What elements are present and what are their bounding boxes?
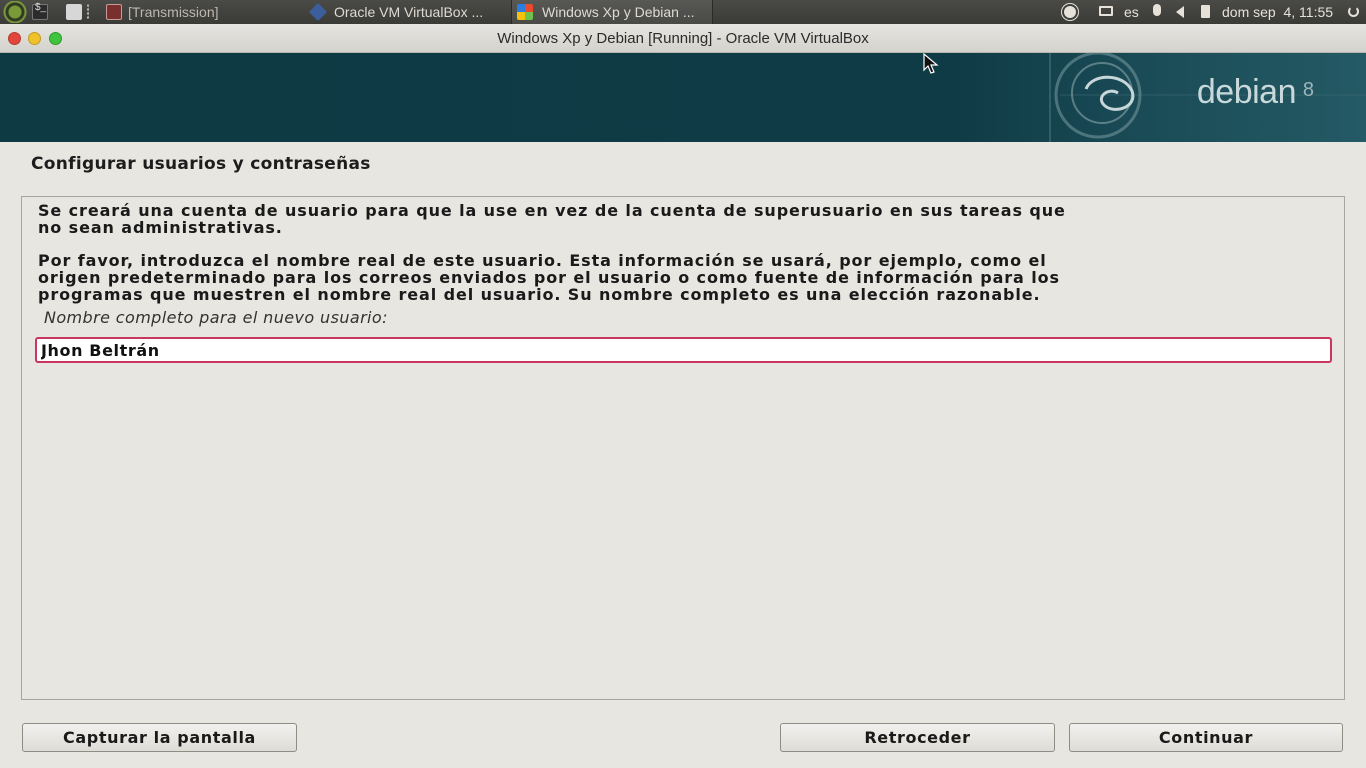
- description-line: no sean administrativas.: [38, 218, 283, 237]
- windows-xp-icon: [517, 4, 533, 20]
- page-title: Configurar usuarios y contraseñas: [31, 154, 371, 174]
- full-name-input[interactable]: [35, 337, 1332, 363]
- brightness-icon[interactable]: [1064, 0, 1080, 24]
- back-button[interactable]: Retroceder: [780, 723, 1055, 752]
- task-label: [Transmission]: [128, 4, 219, 20]
- transmission-icon: [106, 4, 122, 20]
- task-vm-window[interactable]: Windows Xp y Debian ...: [511, 0, 713, 24]
- power-icon[interactable]: [1348, 0, 1362, 24]
- task-label: Oracle VM VirtualBox ...: [334, 4, 484, 20]
- installer-panel: Se creará una cuenta de usuario para que…: [21, 196, 1345, 700]
- keyboard-layout-indicator[interactable]: es: [1124, 0, 1139, 24]
- virtualbox-icon: [308, 2, 328, 22]
- description-line: origen predeterminado para los correos e…: [38, 268, 1060, 287]
- screenshot-button[interactable]: Capturar la pantalla: [22, 723, 297, 752]
- microphone-icon[interactable]: [1150, 0, 1164, 24]
- window-titlebar[interactable]: Windows Xp y Debian [Running] - Oracle V…: [0, 24, 1366, 53]
- mouse-cursor-icon: [923, 52, 939, 74]
- task-transmission[interactable]: [Transmission]: [104, 0, 304, 24]
- full-name-label: Nombre completo para el nuevo usuario:: [44, 308, 388, 327]
- menu-dots-icon[interactable]: [87, 4, 91, 20]
- debian-version: 8: [1302, 79, 1314, 101]
- terminal-icon[interactable]: $_: [32, 2, 48, 20]
- continue-button[interactable]: Continuar: [1069, 723, 1343, 752]
- description-line: Por favor, introduzca el nombre real de …: [38, 251, 1047, 270]
- top-panel: $_ [Transmission] Oracle VM VirtualBox .…: [0, 0, 1366, 24]
- debian-banner: debian 8: [0, 53, 1366, 142]
- clock[interactable]: dom sep 4, 11:55: [1222, 0, 1333, 24]
- app-launcher-icon[interactable]: [3, 1, 27, 23]
- task-virtualbox-manager[interactable]: Oracle VM VirtualBox ...: [306, 0, 510, 24]
- debian-logo-text: debian: [1196, 73, 1297, 111]
- battery-icon[interactable]: [1201, 0, 1213, 24]
- window-title: Windows Xp y Debian [Running] - Oracle V…: [497, 30, 869, 47]
- file-manager-icon[interactable]: [66, 4, 82, 20]
- volume-icon[interactable]: [1174, 0, 1190, 24]
- description-line: Se creará una cuenta de usuario para que…: [38, 201, 1066, 220]
- description-line: programas que muestren el nombre real de…: [38, 285, 1041, 304]
- task-label: Windows Xp y Debian ...: [542, 4, 695, 20]
- display-icon[interactable]: [1099, 0, 1115, 24]
